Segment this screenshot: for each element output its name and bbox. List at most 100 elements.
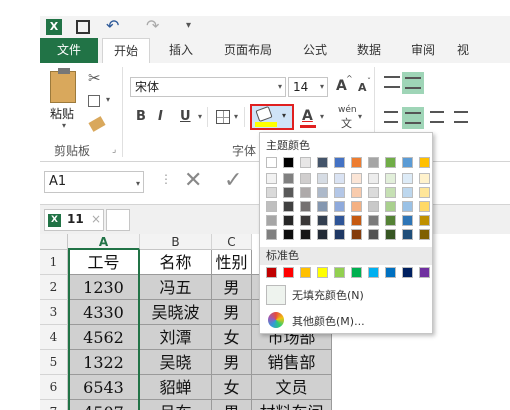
color-swatch[interactable] [402, 201, 413, 212]
tab-data[interactable]: 数据 [346, 38, 392, 63]
align-center-button[interactable] [402, 107, 424, 129]
color-swatch[interactable] [317, 173, 328, 184]
color-swatch[interactable] [300, 187, 311, 198]
sheet-tab[interactable]: X 11 × [44, 209, 104, 231]
font-size-combo[interactable]: 14 ▾ [288, 77, 328, 97]
color-swatch[interactable] [368, 201, 379, 212]
grid-cell[interactable]: 女 [212, 375, 252, 400]
color-swatch[interactable] [266, 229, 277, 240]
phonetic-dropdown-icon[interactable]: ▾ [358, 112, 362, 121]
color-swatch[interactable] [266, 201, 277, 212]
row-header[interactable]: 7 [40, 400, 68, 410]
row-header[interactable]: 4 [40, 325, 68, 350]
phonetic-guide-button[interactable]: wén [338, 105, 357, 115]
cancel-icon[interactable]: ✕ [184, 168, 202, 193]
color-swatch[interactable] [385, 229, 396, 240]
color-swatch[interactable] [283, 229, 294, 240]
grid-cell[interactable]: 冯五 [140, 275, 212, 300]
grid-cell[interactable]: 文员 [252, 375, 332, 400]
standard-color-swatch[interactable] [300, 267, 311, 278]
row-header[interactable]: 6 [40, 375, 68, 400]
redo-icon[interactable]: ↷ [146, 16, 159, 35]
tab-page-layout[interactable]: 页面布局 [214, 38, 282, 63]
font-name-combo[interactable]: 宋体 ▾ [130, 77, 286, 97]
color-swatch[interactable] [300, 173, 311, 184]
tab-home[interactable]: 开始 [102, 38, 150, 64]
standard-color-swatch[interactable] [351, 267, 362, 278]
tab-insert[interactable]: 插入 [158, 38, 204, 63]
color-swatch[interactable] [266, 173, 277, 184]
color-swatch[interactable] [317, 215, 328, 226]
column-header-b[interactable]: B [140, 234, 212, 250]
grid-cell[interactable]: 名称 [140, 250, 212, 275]
top-align-icon[interactable] [384, 76, 400, 88]
font-color-button[interactable]: A [302, 108, 313, 124]
save-icon[interactable] [76, 20, 90, 34]
color-swatch[interactable] [351, 201, 362, 212]
color-swatch[interactable] [300, 215, 311, 226]
color-swatch[interactable] [402, 157, 413, 168]
grid-cell[interactable]: 刘潭 [140, 325, 212, 350]
color-swatch[interactable] [419, 157, 430, 168]
row-header[interactable]: 5 [40, 350, 68, 375]
grid-cell[interactable]: 1322 [68, 350, 140, 375]
underline-button[interactable]: U [180, 109, 191, 124]
color-swatch[interactable] [419, 187, 430, 198]
fill-color-button[interactable]: ▾ [250, 104, 294, 130]
select-all-corner[interactable] [40, 234, 68, 250]
tab-view[interactable]: 视 [452, 38, 474, 63]
row-header[interactable]: 1 [40, 250, 68, 275]
color-swatch[interactable] [402, 187, 413, 198]
color-swatch[interactable] [317, 187, 328, 198]
color-swatch[interactable] [334, 157, 345, 168]
color-swatch[interactable] [368, 157, 379, 168]
new-tab-button[interactable] [106, 209, 130, 231]
color-swatch[interactable] [351, 173, 362, 184]
close-icon[interactable]: × [91, 212, 101, 226]
color-swatch[interactable] [351, 157, 362, 168]
tab-file[interactable]: 文件 [40, 38, 98, 63]
customize-qat-icon[interactable]: ▾ [186, 20, 191, 31]
color-swatch[interactable] [402, 229, 413, 240]
grid-cell[interactable]: 女 [212, 325, 252, 350]
color-swatch[interactable] [368, 215, 379, 226]
color-swatch[interactable] [419, 229, 430, 240]
indent-icon[interactable] [454, 111, 468, 123]
row-header[interactable]: 3 [40, 300, 68, 325]
color-swatch[interactable] [334, 187, 345, 198]
color-swatch[interactable] [419, 215, 430, 226]
font-color-dropdown-icon[interactable]: ▾ [320, 112, 324, 121]
color-swatch[interactable] [385, 187, 396, 198]
standard-color-swatch[interactable] [368, 267, 379, 278]
color-swatch[interactable] [385, 173, 396, 184]
color-swatch[interactable] [300, 201, 311, 212]
color-swatch[interactable] [334, 173, 345, 184]
copy-dropdown-icon[interactable]: ▾ [106, 95, 110, 104]
grid-cell[interactable]: 材料车间 [252, 400, 332, 410]
column-header-c[interactable]: C [212, 234, 252, 250]
color-swatch[interactable] [368, 229, 379, 240]
bold-button[interactable]: B [136, 109, 146, 124]
standard-color-swatch[interactable] [419, 267, 430, 278]
color-swatch[interactable] [402, 173, 413, 184]
grid-cell[interactable]: 销售部 [252, 350, 332, 375]
color-swatch[interactable] [317, 229, 328, 240]
borders-dropdown-icon[interactable]: ▾ [234, 112, 238, 121]
color-swatch[interactable] [385, 201, 396, 212]
grid-cell[interactable]: 性别 [212, 250, 252, 275]
shrink-font-button[interactable]: A [358, 81, 367, 94]
paste-dropdown-icon[interactable]: ▾ [62, 121, 66, 130]
grid-cell[interactable]: 吴晓波 [140, 300, 212, 325]
no-fill-item[interactable]: 无填充颜色(N) [264, 283, 430, 307]
paste-button-label[interactable]: 粘贴 [50, 105, 74, 122]
color-swatch[interactable] [283, 187, 294, 198]
color-swatch[interactable] [419, 173, 430, 184]
color-swatch[interactable] [266, 215, 277, 226]
grid-cell[interactable]: 4330 [68, 300, 140, 325]
standard-color-swatch[interactable] [317, 267, 328, 278]
color-swatch[interactable] [266, 157, 277, 168]
color-swatch[interactable] [317, 157, 328, 168]
underline-dropdown-icon[interactable]: ▾ [198, 112, 202, 121]
undo-icon[interactable]: ↶ [106, 16, 119, 35]
color-swatch[interactable] [334, 201, 345, 212]
